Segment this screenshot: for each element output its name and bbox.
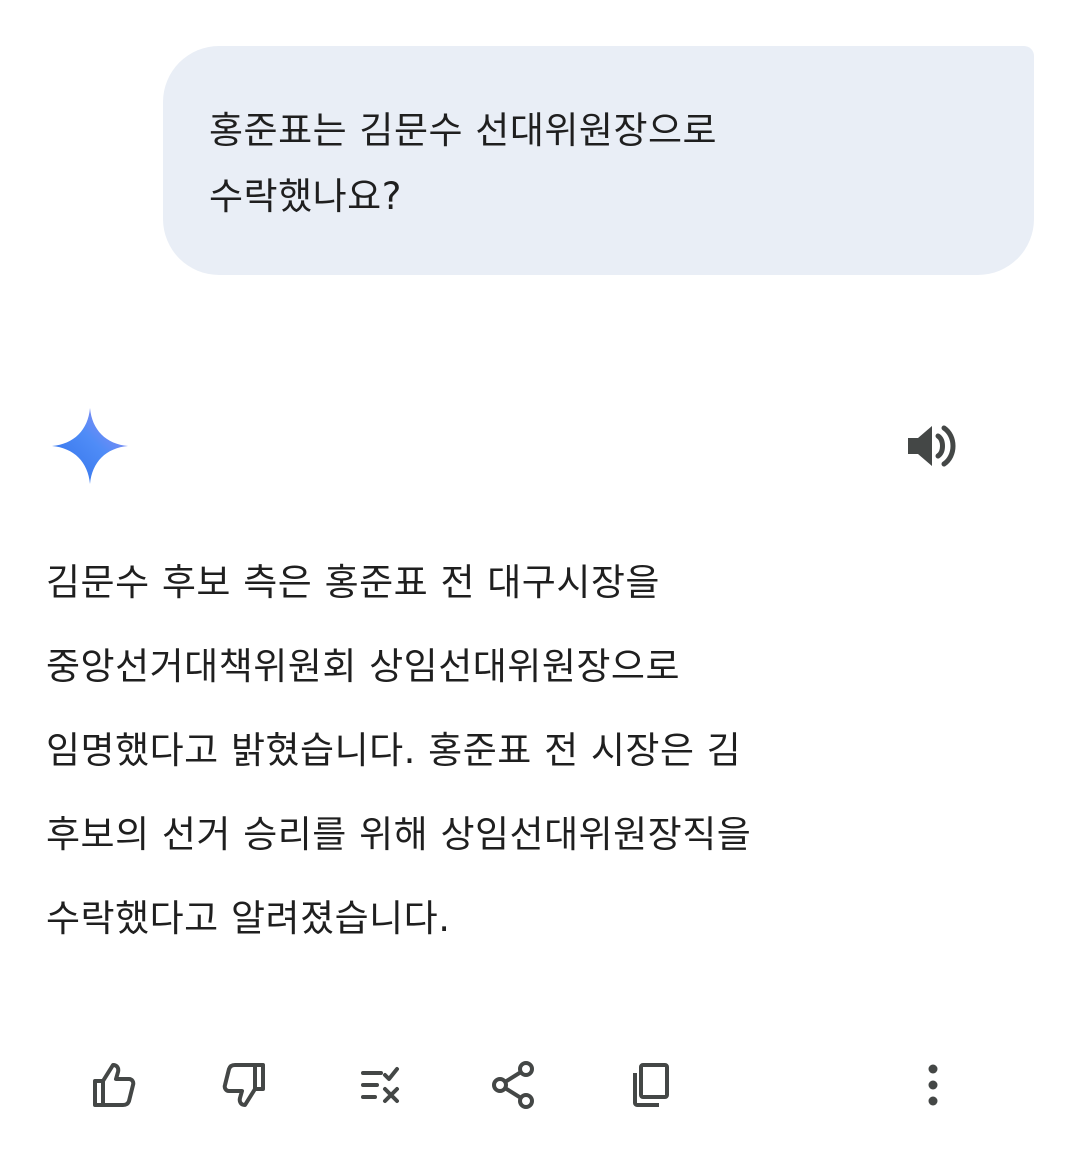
modify-response-button[interactable] <box>348 1052 414 1118</box>
thumbs-down-icon <box>222 1063 265 1107</box>
thumbs-up-button[interactable] <box>80 1052 146 1118</box>
thumbs-up-icon <box>93 1063 136 1107</box>
gemini-sparkle-icon <box>52 408 128 484</box>
read-aloud-button[interactable] <box>902 418 964 474</box>
user-message-bubble: 홍준표는 김문수 선대위원장으로 수락했나요? <box>163 46 1034 275</box>
more-vert-icon <box>928 1064 938 1106</box>
thumbs-down-button[interactable] <box>212 1052 278 1118</box>
modify-response-icon <box>361 1067 399 1103</box>
speaker-icon <box>908 425 956 467</box>
assistant-response-text: 김문수 후보 측은 홍준표 전 대구시장을 중앙선거대책위원회 상임선대위원장으… <box>46 561 752 940</box>
more-options-button[interactable] <box>900 1052 966 1118</box>
share-button[interactable] <box>481 1052 547 1118</box>
response-action-bar <box>0 1052 1079 1118</box>
user-message-text: 홍준표는 김문수 선대위원장으로 수락했나요? <box>209 109 718 218</box>
share-icon <box>492 1061 534 1109</box>
copy-button[interactable] <box>618 1052 684 1118</box>
copy-icon <box>633 1063 669 1107</box>
